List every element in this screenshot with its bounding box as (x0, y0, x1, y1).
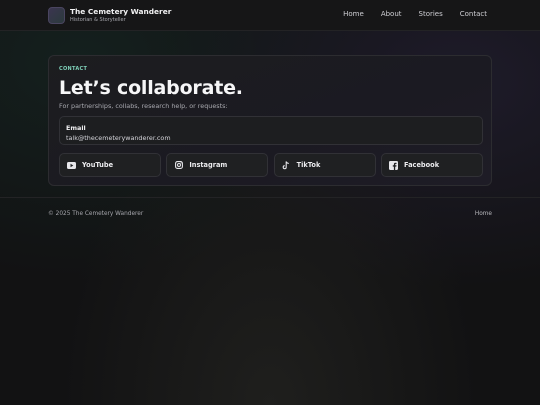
footer-divider (0, 197, 540, 198)
youtube-button[interactable]: YouTube (59, 153, 161, 177)
section-eyebrow: CONTACT (59, 66, 88, 72)
nav-link-home[interactable]: Home (343, 10, 364, 18)
brand[interactable]: The Cemetery Wanderer Historian & Storyt… (48, 6, 171, 25)
page-title: Let’s collaborate. (59, 77, 243, 99)
brand-text: The Cemetery Wanderer Historian & Storyt… (70, 6, 172, 24)
nav-link-contact[interactable]: Contact (460, 10, 487, 18)
social-links: YouTube Instagram TikTok Facebook (59, 153, 483, 177)
instagram-icon (174, 161, 183, 170)
main-nav: Home About Stories Contact (343, 10, 487, 18)
footer-link-home[interactable]: Home (475, 211, 492, 217)
facebook-button[interactable]: Facebook (380, 153, 483, 177)
instagram-label: Instagram (189, 161, 228, 169)
logo (48, 7, 65, 24)
footer-copyright: © 2025 The Cemetery Wanderer (48, 211, 144, 217)
youtube-icon (67, 161, 76, 170)
email-box[interactable]: Email talk@thecemeterywanderer.com (59, 116, 483, 145)
nav-link-about[interactable]: About (381, 10, 402, 18)
tiktok-label: TikTok (296, 161, 321, 169)
contact-card: CONTACT Let’s collaborate. For partnersh… (48, 55, 492, 186)
nav-link-stories[interactable]: Stories (419, 10, 443, 18)
facebook-label: Facebook (403, 161, 440, 169)
brand-subtitle: Historian & Storyteller (70, 17, 126, 24)
brand-title: The Cemetery Wanderer (70, 6, 172, 16)
email-label: Email (66, 124, 86, 132)
youtube-label: YouTube (82, 161, 114, 169)
instagram-button[interactable]: Instagram (166, 153, 269, 177)
tiktok-icon (282, 160, 291, 170)
tiktok-button[interactable]: TikTok (273, 153, 376, 177)
email-address-link[interactable]: talk@thecemeterywanderer.com (66, 134, 171, 142)
contact-description: For partnerships, collabs, research help… (59, 102, 228, 110)
facebook-icon (388, 160, 398, 170)
top-navbar: The Cemetery Wanderer Historian & Storyt… (0, 0, 540, 31)
